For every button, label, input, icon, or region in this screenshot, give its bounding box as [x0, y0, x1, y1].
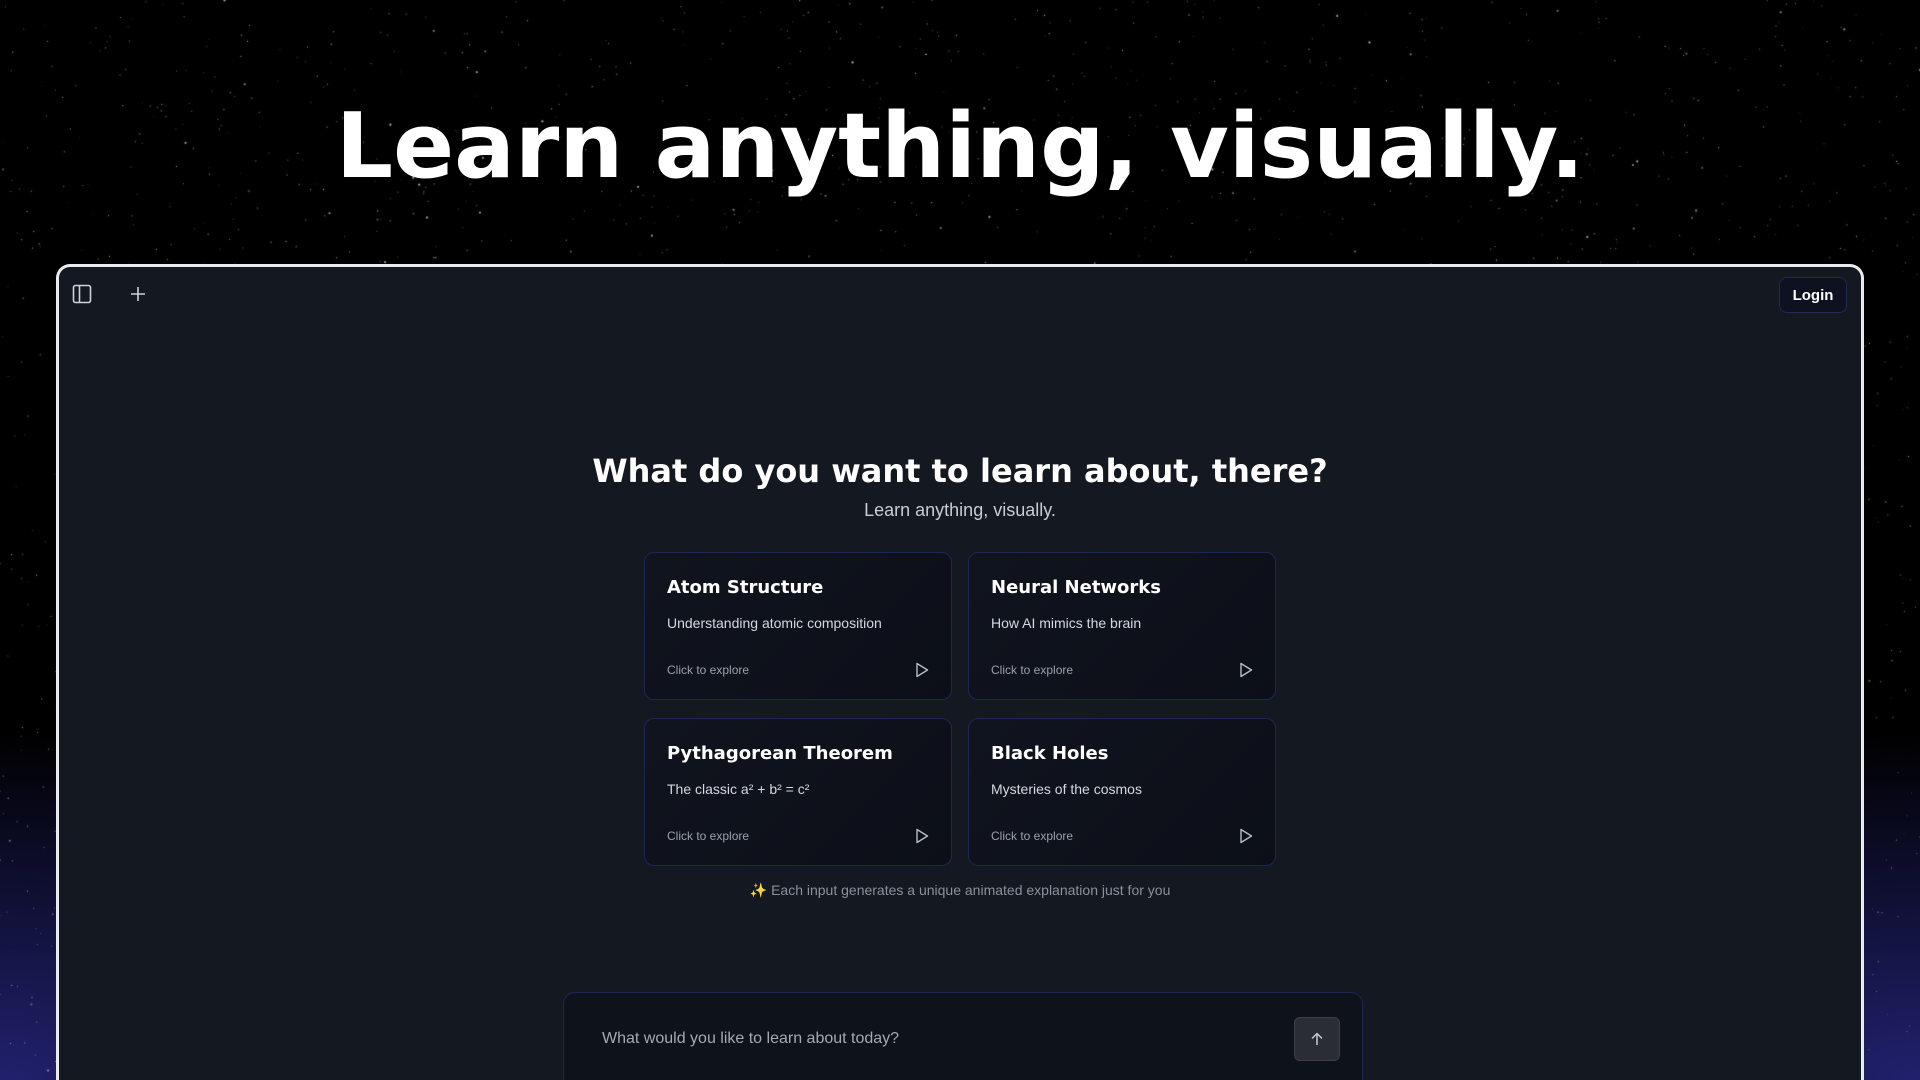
card-cta: Click to explore — [991, 663, 1074, 677]
play-icon — [1240, 662, 1253, 678]
main-heading: What do you want to learn about, there? — [592, 452, 1328, 490]
card-title: Black Holes — [991, 743, 1109, 764]
topic-card-neural-networks[interactable]: Neural Networks How AI mimics the brain … — [968, 552, 1276, 700]
login-button[interactable]: Login — [1779, 277, 1847, 313]
card-cta: Click to explore — [991, 829, 1074, 843]
card-cta: Click to explore — [667, 663, 750, 677]
card-description: The classic a² + b² = c² — [667, 781, 810, 797]
prompt-input[interactable] — [600, 1023, 1244, 1055]
hero-title: Learn anything, visually. — [335, 94, 1585, 199]
new-chat-button[interactable] — [123, 279, 153, 309]
card-title: Atom Structure — [667, 577, 824, 598]
app-window: Login What do you want to learn about, t… — [56, 264, 1864, 1080]
footnote: ✨ Each input generates a unique animated … — [59, 882, 1861, 899]
topic-card-atom-structure[interactable]: Atom Structure Understanding atomic comp… — [644, 552, 952, 700]
arrow-up-icon — [1311, 1032, 1323, 1045]
prompt-box — [563, 992, 1363, 1080]
play-icon — [1240, 828, 1253, 844]
card-cta: Click to explore — [667, 829, 750, 843]
sidebar-toggle-button[interactable] — [67, 279, 97, 309]
card-description: Mysteries of the cosmos — [991, 781, 1142, 797]
topic-card-pythagorean-theorem[interactable]: Pythagorean Theorem The classic a² + b² … — [644, 718, 952, 866]
sparkle-icon: ✨ — [749, 882, 768, 898]
send-button[interactable] — [1294, 1017, 1340, 1061]
sidebar-panel-icon — [72, 284, 92, 304]
card-description: Understanding atomic composition — [667, 615, 882, 631]
main-subtitle: Learn anything, visually. — [864, 500, 1056, 520]
footnote-text: Each input generates a unique animated e… — [771, 882, 1171, 898]
topic-card-black-holes[interactable]: Black Holes Mysteries of the cosmos Clic… — [968, 718, 1276, 866]
card-title: Pythagorean Theorem — [667, 743, 893, 764]
play-icon — [916, 662, 929, 678]
card-description: How AI mimics the brain — [991, 615, 1142, 631]
plus-icon — [131, 287, 145, 301]
card-title: Neural Networks — [991, 577, 1161, 598]
play-icon — [916, 828, 929, 844]
